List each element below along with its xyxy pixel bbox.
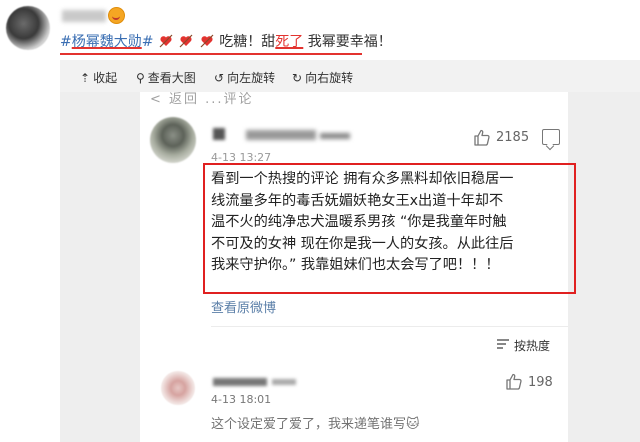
blurred-commenter-name	[246, 130, 316, 140]
blurred-username[interactable]	[62, 10, 106, 22]
rotate-right-icon: ↻	[292, 71, 303, 85]
like-count: 198	[528, 375, 553, 390]
comment-line: 我来守护你。” 我靠姐妹们也太会写了吧！！！	[211, 257, 500, 273]
blurred-commenter-name	[320, 133, 350, 139]
view-large-button[interactable]: ⚲ 查看大图	[136, 69, 196, 86]
comment-time: 4-13 18:01	[211, 393, 272, 406]
commenter-avatar	[161, 371, 195, 405]
highlight-underline	[60, 53, 362, 55]
comment-line: 温不火的纯净忠犬温暖系男孩 “你是我童年时触	[211, 214, 507, 230]
comment-line: 不可及的女神 现在你是我一人的女孩。从此往后	[211, 235, 514, 252]
search-icon: ⚲	[136, 71, 145, 85]
blurred-commenter-name	[272, 379, 296, 385]
thumbs-up-icon	[474, 129, 490, 146]
comment-body: 这个设定爱了爱了，我来递笔谁写🐱	[211, 417, 420, 432]
divider	[211, 326, 568, 327]
thumbs-up-icon	[506, 373, 522, 390]
rotate-right-button[interactable]: ↻ 向右旋转	[292, 69, 353, 86]
blurred-commenter-name	[213, 378, 267, 386]
rotate-left-icon: ↺	[214, 71, 225, 85]
user-avatar[interactable]	[6, 6, 50, 50]
collapse-button[interactable]: ⇡ 收起	[80, 69, 117, 86]
comment-body: 看到一个热搜的评论 拥有众多黑料却依旧稳居一 线流量多年的毒舌妩媚妖艳女王x出道…	[211, 169, 566, 277]
post-text: #杨幂魏大勋# 吃糖！甜死了 我幂要幸福！	[60, 34, 392, 50]
heart-arrow-icon	[200, 34, 214, 48]
hashtag-link[interactable]: #杨幂魏大勋#	[60, 34, 153, 50]
see-original-link: 查看原微博	[211, 301, 277, 316]
sort-icon	[497, 339, 509, 349]
comment-line: 看到一个热搜的评论 拥有众多黑料却依旧稳居一	[211, 171, 514, 187]
heart-arrow-icon	[159, 34, 173, 48]
emoji-icon	[108, 7, 125, 24]
collapse-icon: ⇡	[80, 71, 91, 85]
cut-header-text: < 返回 ...评论	[150, 92, 254, 107]
commenter-avatar	[150, 117, 196, 163]
like-count: 2185	[496, 130, 530, 145]
comment-line: 线流量多年的毒舌妩媚妖艳女王x出道十年却不	[211, 192, 504, 209]
rotate-left-button[interactable]: ↺ 向左旋转	[214, 69, 275, 86]
heart-arrow-icon	[179, 34, 193, 48]
sort-by-hot: 按热度	[514, 339, 551, 353]
blurred-commenter-name	[213, 128, 225, 140]
image-toolbar: ⇡ 收起 ⚲ 查看大图 ↺ 向左旋转 ↻ 向右旋转	[60, 60, 640, 92]
comment-icon	[542, 129, 560, 145]
